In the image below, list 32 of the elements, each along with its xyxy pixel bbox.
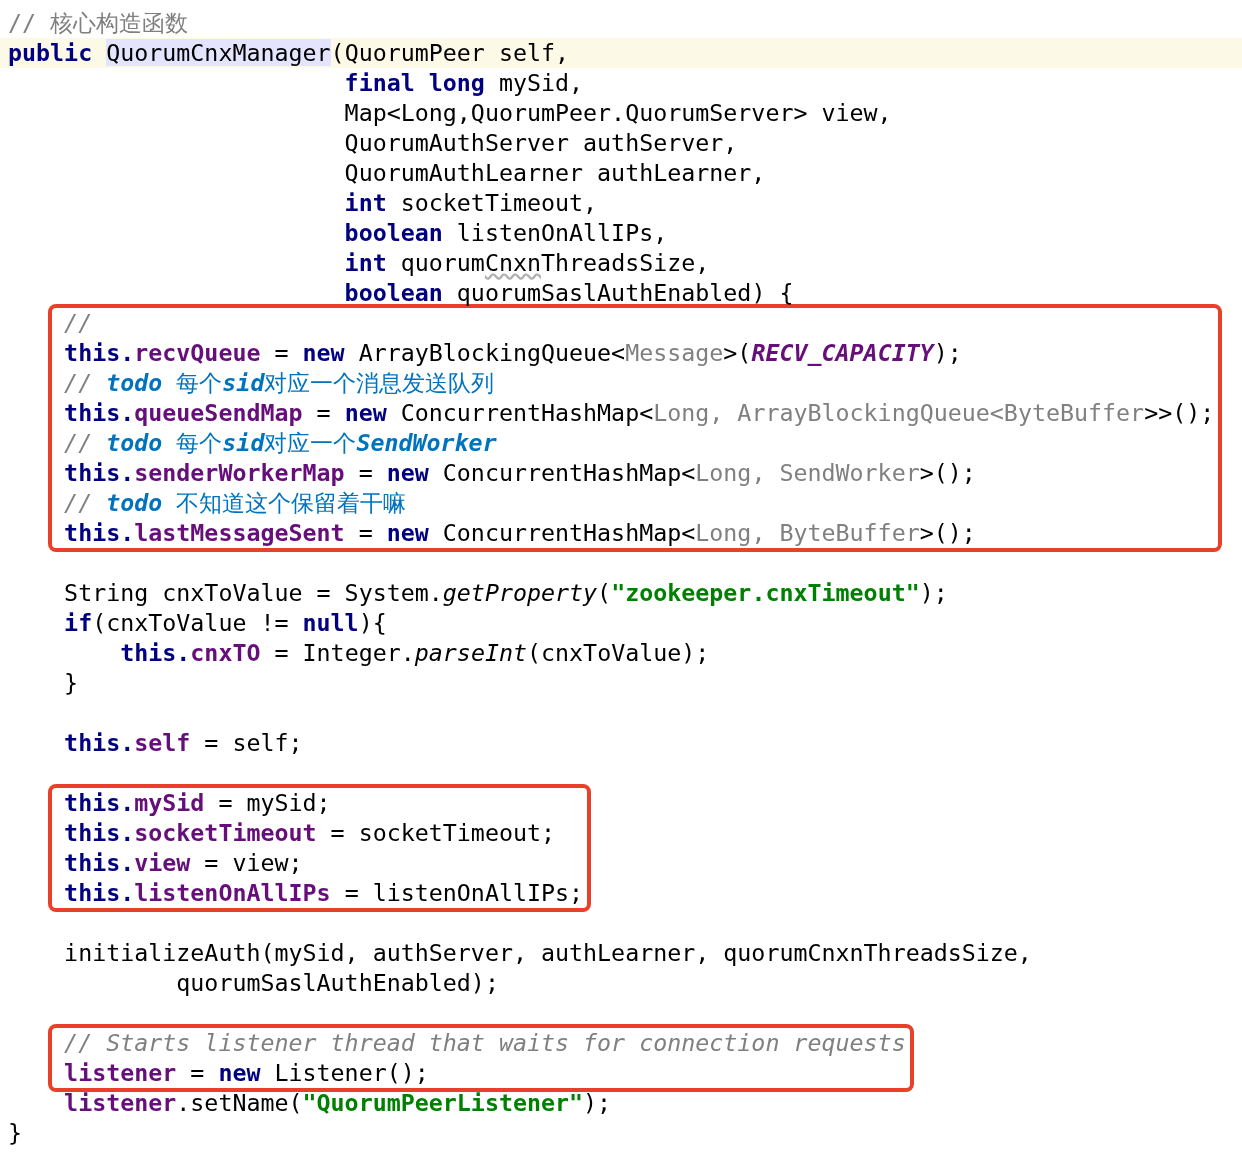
code-line: this.queueSendMap = new ConcurrentHashMap<Long, ArrayBlockingQueue<ByteBuffer>>(); xyxy=(63,398,1215,428)
code-line: this.senderWorkerMap = new ConcurrentHashMap<Long, SendWorker>(); xyxy=(63,458,977,488)
code-line: this.cnxTO = Integer.parseInt(cnxToValue); xyxy=(119,638,711,668)
code-line: String cnxToValue = System.getProperty("zookeeper.cnxTimeout"); xyxy=(63,578,949,608)
code-line: QuorumAuthServer authServer, xyxy=(343,128,739,158)
code-line: boolean listenOnAllIPs, xyxy=(343,218,669,248)
code-line: final long mySid, xyxy=(343,68,585,98)
code-line: // todo 每个sid对应一个SendWorker xyxy=(63,428,498,458)
code-line: this.lastMessageSent = new ConcurrentHashMap<Long, ByteBuffer>(); xyxy=(63,518,977,548)
code-line: QuorumAuthLearner authLearner, xyxy=(343,158,767,188)
code-line: // todo 不知道这个保留着干嘛 xyxy=(63,488,408,518)
code-line: this.socketTimeout = socketTimeout; xyxy=(63,818,557,848)
code-line: // todo 每个sid对应一个消息发送队列 xyxy=(63,368,496,398)
code-line: boolean quorumSaslAuthEnabled) { xyxy=(343,278,795,308)
code-line: this.recvQueue = new ArrayBlockingQueue<Message>(RECV_CAPACITY); xyxy=(63,338,963,368)
code-line: } xyxy=(7,1118,24,1148)
code-line: Map<Long,QuorumPeer.QuorumServer> view, xyxy=(343,98,893,128)
code-line: // 核心构造函数 xyxy=(7,8,190,38)
code-line: listener.setName("QuorumPeerListener"); xyxy=(63,1088,613,1118)
code-line: initializeAuth(mySid, authServer, authLearner, quorumCnxnThreadsSize, xyxy=(63,938,1033,968)
code-line: if(cnxToValue != null){ xyxy=(63,608,388,638)
code-line: this.listenOnAllIPs = listenOnAllIPs; xyxy=(63,878,584,908)
code-line: this.view = view; xyxy=(63,848,304,878)
code-line: int quorumCnxnThreadsSize, xyxy=(343,248,711,278)
code-line: quorumSaslAuthEnabled); xyxy=(175,968,500,998)
code-line: } xyxy=(63,668,80,698)
code-line: this.mySid = mySid; xyxy=(63,788,332,818)
code-line: listener = new Listener(); xyxy=(63,1058,430,1088)
code-line: // xyxy=(63,308,94,338)
code-line: // Starts listener thread that waits for connection requests xyxy=(63,1028,906,1058)
code-line: this.self = self; xyxy=(63,728,304,758)
code-line: int socketTimeout, xyxy=(343,188,599,218)
